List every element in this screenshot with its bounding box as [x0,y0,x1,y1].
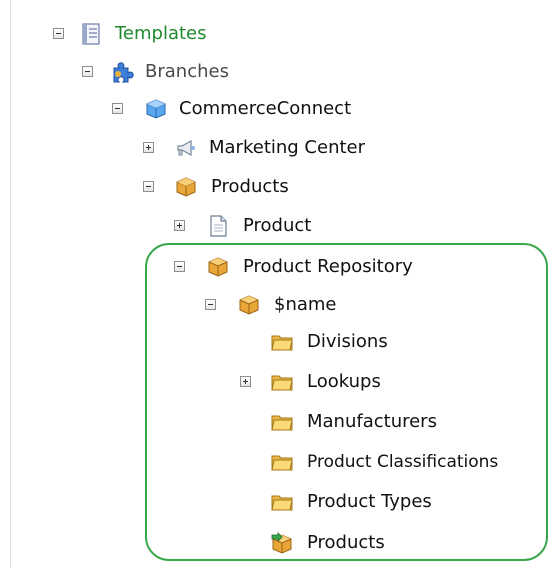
blue-cube-icon [144,97,168,121]
tree-node-products-child[interactable]: Products [0,528,555,558]
package-icon [174,175,198,199]
folder-icon [270,410,294,434]
tree-node-name[interactable]: $name [0,290,555,320]
expand-toggle[interactable] [174,220,185,231]
tree-node-label[interactable]: Product Types [307,492,432,512]
tree-node-label[interactable]: Branches [145,62,229,82]
package-icon [237,293,261,317]
tree-node-product-repository[interactable]: Product Repository [0,252,555,282]
tree-node-product-types[interactable]: Product Types [0,487,555,517]
tree-node-label[interactable]: CommerceConnect [179,99,351,119]
tree-node-divisions[interactable]: Divisions [0,327,555,357]
expand-toggle[interactable] [240,376,251,387]
collapse-toggle[interactable] [143,181,154,192]
template-document-icon [80,22,104,46]
package-arrow-icon [270,531,294,555]
tree-node-marketing-center[interactable]: Marketing Center [0,133,555,163]
expand-toggle[interactable] [143,142,154,153]
tree-node-products[interactable]: Products [0,172,555,202]
folder-icon [270,450,294,474]
page-icon [206,214,230,238]
collapse-toggle[interactable] [82,66,93,77]
tree-node-label[interactable]: Products [307,533,385,553]
folder-icon [270,490,294,514]
tree-node-label[interactable]: $name [274,295,337,315]
tree-node-label[interactable]: Marketing Center [209,138,365,158]
tree-node-label[interactable]: Product Repository [243,257,413,277]
collapse-toggle[interactable] [53,28,64,39]
collapse-toggle[interactable] [205,299,216,310]
tree-node-branches[interactable]: Branches [0,57,555,87]
tree-node-product[interactable]: Product [0,211,555,241]
tree-node-label[interactable]: Product [243,216,311,236]
tree-node-templates[interactable]: Templates [0,19,555,49]
branches-puzzle-icon [110,60,134,84]
folder-icon [270,330,294,354]
tree-node-label[interactable]: Divisions [307,332,388,352]
collapse-toggle[interactable] [174,261,185,272]
tree-node-label[interactable]: Lookups [307,372,381,392]
tree-node-manufacturers[interactable]: Manufacturers [0,407,555,437]
tree-node-label[interactable]: Products [211,177,289,197]
tree-node-label[interactable]: Manufacturers [307,412,437,432]
folder-icon [270,370,294,394]
tree-node-label[interactable]: Templates [115,24,207,44]
megaphone-icon [174,136,198,160]
package-icon [206,255,230,279]
tree-node-product-classifications[interactable]: Product Classifications [0,447,555,477]
collapse-toggle[interactable] [112,103,123,114]
tree-node-lookups[interactable]: Lookups [0,367,555,397]
tree-node-commerceconnect[interactable]: CommerceConnect [0,94,555,124]
tree-node-label[interactable]: Product Classifications [307,452,498,472]
